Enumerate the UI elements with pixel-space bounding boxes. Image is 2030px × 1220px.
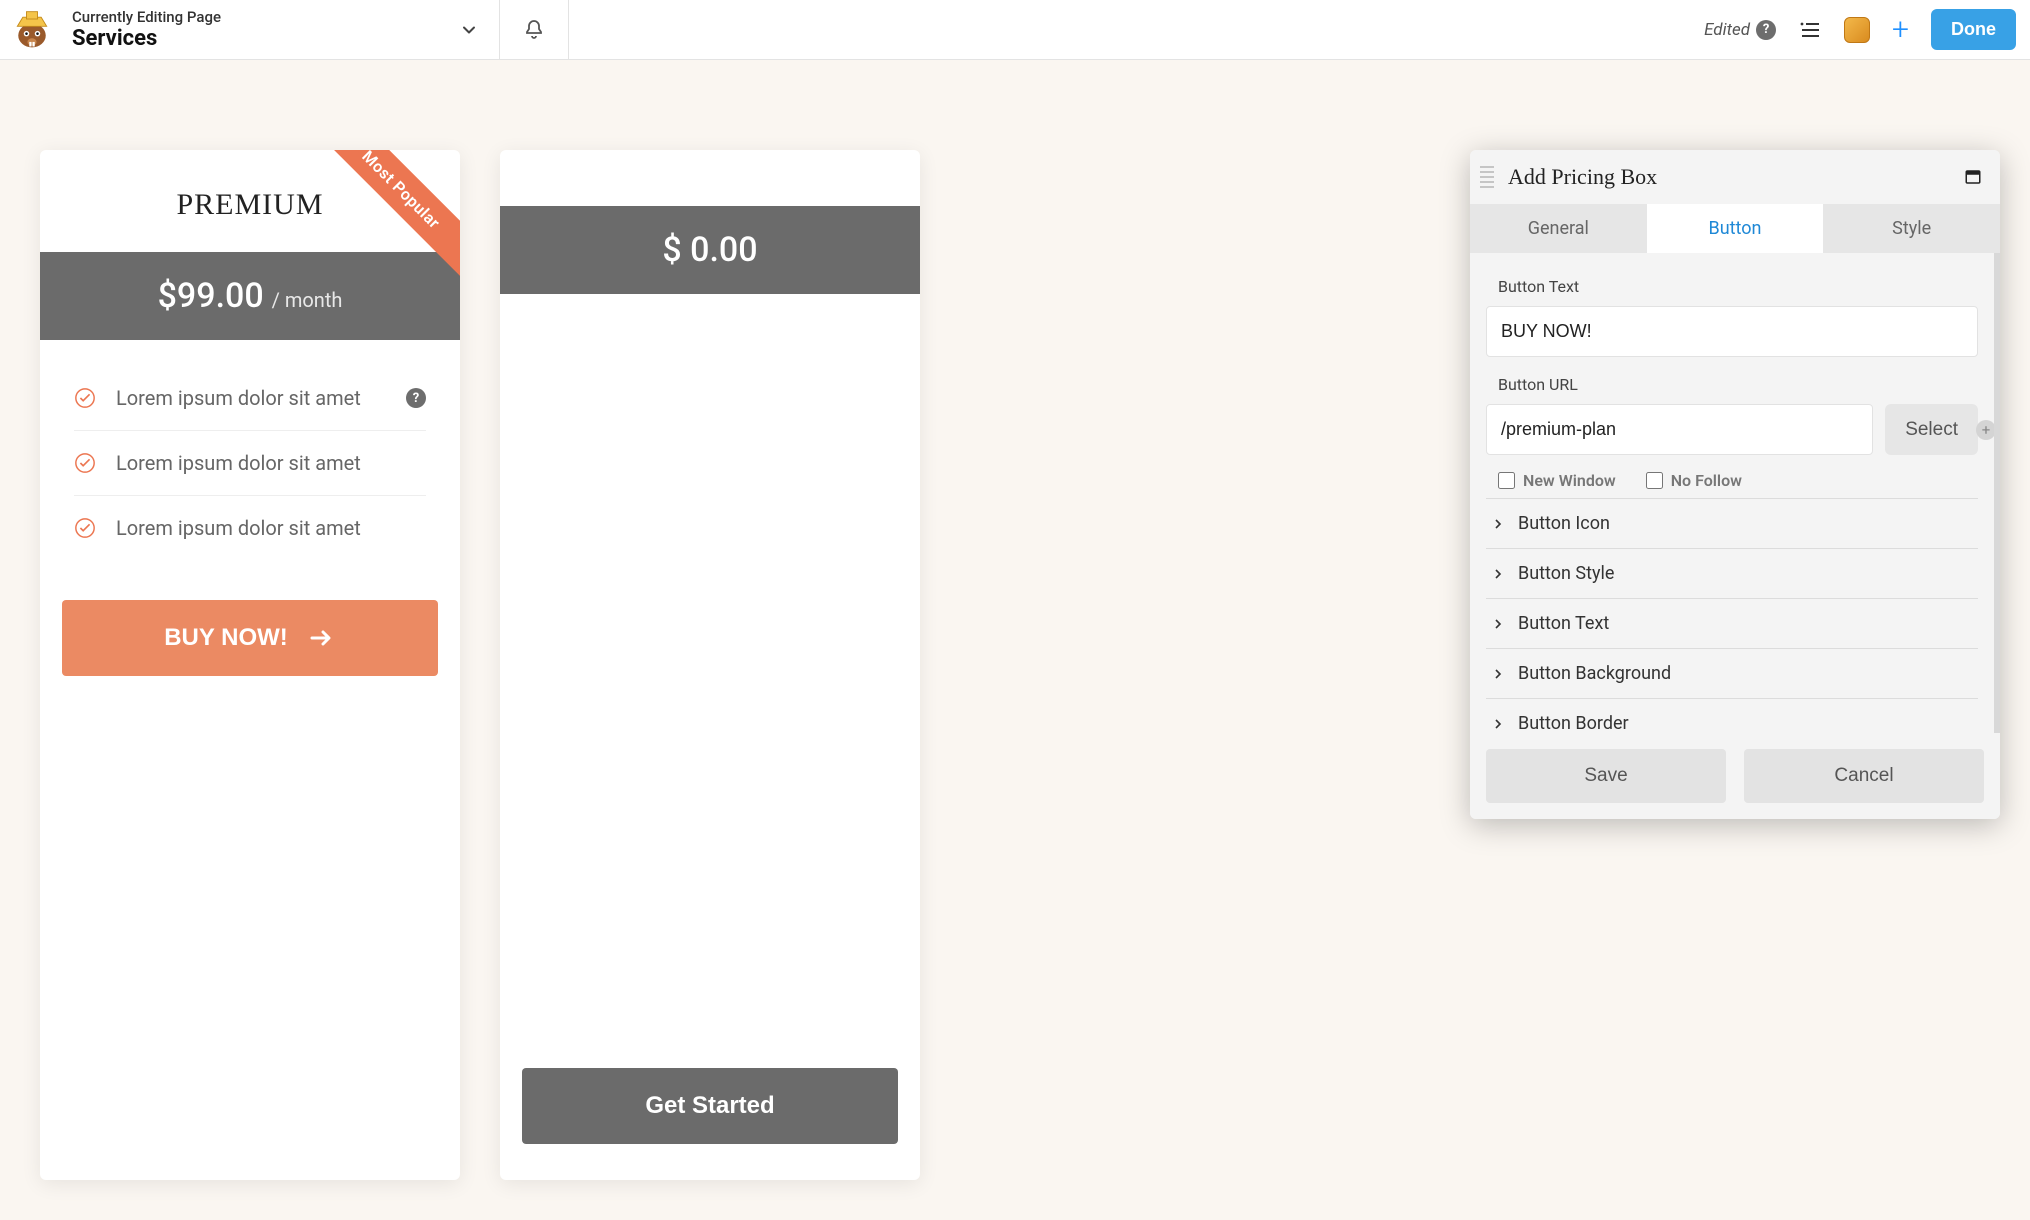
field-label-button-text: Button Text — [1498, 277, 1978, 296]
feature-row: Lorem ipsum dolor sit amet — [74, 431, 426, 496]
chevron-right-icon — [1490, 566, 1506, 582]
panel-header[interactable]: Add Pricing Box — [1470, 150, 2000, 204]
arrow-right-icon — [306, 626, 336, 650]
select-url-button[interactable]: Select — [1885, 404, 1978, 455]
cancel-button[interactable]: Cancel — [1744, 749, 1984, 803]
editor-canvas: Most Popular PREMIUM $99.00 / month Lore… — [0, 60, 2030, 1220]
accordion-label: Button Icon — [1518, 513, 1610, 534]
feature-row: Lorem ipsum dolor sit amet — [74, 496, 426, 560]
no-follow-input[interactable] — [1646, 472, 1663, 489]
no-follow-label: No Follow — [1671, 471, 1742, 490]
button-url-input[interactable] — [1486, 404, 1873, 455]
price-value: $ 0.00 — [662, 230, 757, 270]
accordion-list: Button Icon Button Style Button Text But… — [1486, 498, 1978, 733]
add-url-icon[interactable]: + — [1976, 420, 1996, 440]
topbar-right: Edited ? + Done — [1690, 0, 2030, 59]
url-options: New Window No Follow — [1486, 455, 1978, 498]
url-row: Select + — [1486, 404, 1978, 455]
pricing-card-basic[interactable]: $ 0.00 Get Started — [500, 150, 920, 1180]
new-window-label: New Window — [1523, 471, 1616, 490]
bell-icon[interactable] — [522, 18, 546, 42]
check-icon — [74, 517, 96, 539]
editing-label: Currently Editing Page — [72, 8, 439, 26]
topbar-left: Currently Editing Page Services — [0, 0, 500, 59]
panel-tabs: General Button Style — [1470, 204, 2000, 253]
price-band: $ 0.00 — [500, 206, 920, 294]
panel-footer: Save Cancel — [1470, 733, 2000, 819]
accordion-label: Button Text — [1518, 613, 1609, 634]
pricing-card-premium[interactable]: Most Popular PREMIUM $99.00 / month Lore… — [40, 150, 460, 1180]
chevron-right-icon — [1490, 616, 1506, 632]
accordion-button-text[interactable]: Button Text — [1486, 598, 1978, 648]
new-window-checkbox[interactable]: New Window — [1498, 471, 1616, 490]
check-icon — [74, 452, 96, 474]
add-button[interactable]: + — [1892, 12, 1909, 47]
panel-title: Add Pricing Box — [1508, 164, 1657, 190]
tab-style[interactable]: Style — [1823, 204, 2000, 253]
done-button[interactable]: Done — [1931, 9, 2016, 50]
edit-status-text: Edited — [1704, 20, 1750, 40]
save-button[interactable]: Save — [1486, 749, 1726, 803]
beaver-logo-icon[interactable] — [8, 6, 56, 54]
price-band: $99.00 / month — [40, 252, 460, 340]
help-icon[interactable]: ? — [1756, 20, 1776, 40]
price-period: / month — [272, 288, 343, 312]
chevron-right-icon — [1490, 516, 1506, 532]
new-window-input[interactable] — [1498, 472, 1515, 489]
topbar-notifications — [500, 0, 569, 59]
feature-text: Lorem ipsum dolor sit amet — [116, 516, 361, 540]
accordion-button-icon[interactable]: Button Icon — [1486, 498, 1978, 548]
accordion-button-background[interactable]: Button Background — [1486, 648, 1978, 698]
button-text-input[interactable] — [1486, 306, 1978, 357]
no-follow-checkbox[interactable]: No Follow — [1646, 471, 1742, 490]
page-dropdown-toggle[interactable] — [455, 16, 483, 44]
edit-status: Edited ? — [1704, 20, 1776, 40]
page-title: Services — [72, 26, 439, 51]
cta-label: BUY NOW! — [164, 624, 288, 652]
field-label-button-url: Button URL — [1498, 375, 1978, 394]
feature-text: Lorem ipsum dolor sit amet — [116, 386, 361, 410]
page-label: Currently Editing Page Services — [72, 8, 439, 51]
drag-handle-icon[interactable] — [1480, 164, 1494, 190]
cta-wrap: BUY NOW! — [40, 570, 460, 712]
settings-panel: Add Pricing Box General Button Style But… — [1470, 150, 2000, 819]
maximize-icon[interactable] — [1964, 168, 1982, 186]
accordion-label: Button Background — [1518, 663, 1671, 684]
tab-general[interactable]: General — [1470, 204, 1647, 253]
accordion-button-style[interactable]: Button Style — [1486, 548, 1978, 598]
chevron-right-icon — [1490, 716, 1506, 732]
tab-button[interactable]: Button — [1647, 204, 1824, 253]
panel-body: Button Text Button URL Select + New Wind… — [1470, 253, 2000, 733]
assistant-icon[interactable] — [1844, 17, 1870, 43]
top-bar: Currently Editing Page Services Edited ?… — [0, 0, 2030, 60]
cta-wrap: Get Started — [500, 1038, 920, 1180]
chevron-right-icon — [1490, 666, 1506, 682]
price-value: $99.00 — [158, 276, 264, 316]
feature-text: Lorem ipsum dolor sit amet — [116, 451, 361, 475]
cta-label: Get Started — [645, 1092, 774, 1120]
feature-row: Lorem ipsum dolor sit amet ? — [74, 366, 426, 431]
feature-list: Lorem ipsum dolor sit amet ? Lorem ipsum… — [40, 340, 460, 570]
outline-icon[interactable] — [1798, 18, 1822, 42]
accordion-label: Button Border — [1518, 713, 1629, 733]
buy-now-button[interactable]: BUY NOW! — [62, 600, 438, 676]
accordion-button-border[interactable]: Button Border — [1486, 698, 1978, 733]
help-icon[interactable]: ? — [406, 388, 426, 408]
get-started-button[interactable]: Get Started — [522, 1068, 898, 1144]
accordion-label: Button Style — [1518, 563, 1614, 584]
check-icon — [74, 387, 96, 409]
